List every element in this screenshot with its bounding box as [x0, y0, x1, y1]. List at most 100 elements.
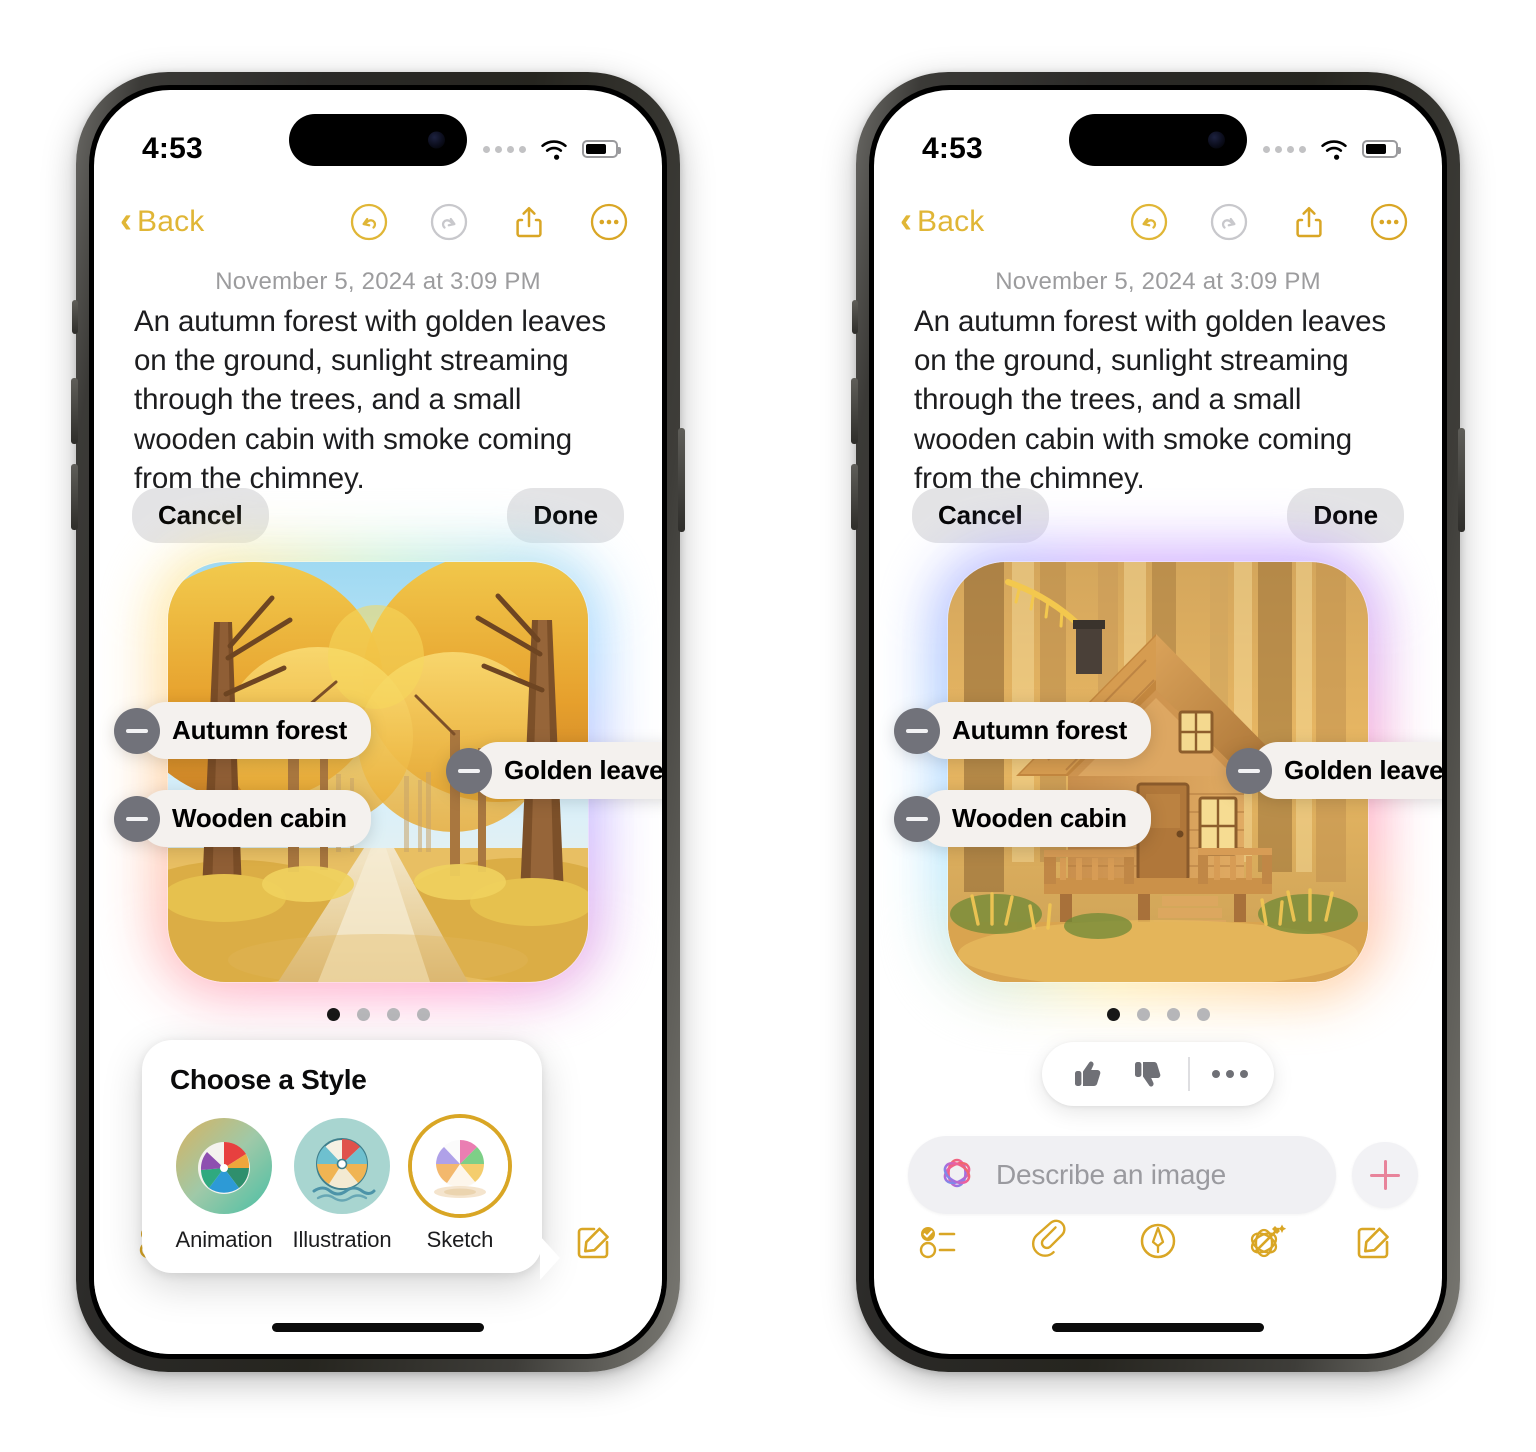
ellipsis-icon[interactable]: [1212, 1070, 1248, 1078]
minus-circle-icon[interactable]: [1226, 747, 1272, 794]
silent-switch[interactable]: [72, 300, 78, 334]
minus-circle-icon[interactable]: [114, 795, 160, 842]
redo-icon[interactable]: [428, 201, 470, 243]
style-options: Animation Illustration Sketch: [164, 1102, 520, 1253]
front-camera-icon: [428, 131, 445, 149]
generated-image-right[interactable]: Autumn forest Wooden cabin Golden leaves: [874, 542, 1442, 1002]
page-dot[interactable]: [1106, 1008, 1120, 1021]
page-dot[interactable]: [1196, 1008, 1210, 1021]
silent-switch[interactable]: [852, 300, 858, 334]
minus-circle-icon[interactable]: [114, 707, 160, 754]
minus-circle-icon[interactable]: [894, 795, 940, 842]
page-dot[interactable]: [1136, 1008, 1150, 1021]
edit-actions-left: Cancel Done: [132, 488, 624, 543]
volume-up-button[interactable]: [851, 378, 858, 444]
style-option-label: Illustration: [292, 1227, 392, 1252]
concept-tag[interactable]: Autumn forest: [114, 702, 372, 759]
wifi-icon: [1321, 140, 1347, 160]
concept-tag[interactable]: Wooden cabin: [894, 790, 1151, 847]
signal-dots-icon: [1263, 145, 1306, 153]
paperclip-icon[interactable]: [1022, 1212, 1080, 1270]
image-playground-icon: [934, 1150, 980, 1201]
style-option-illustration[interactable]: Illustration: [288, 1118, 396, 1253]
page-indicator-left[interactable]: [94, 1008, 662, 1021]
concept-tag[interactable]: Golden leaves: [1226, 742, 1442, 799]
style-option-sketch[interactable]: Sketch: [406, 1118, 514, 1253]
home-indicator[interactable]: [1052, 1323, 1264, 1332]
note-timestamp: November 5, 2024 at 3:09 PM: [995, 268, 1321, 295]
edit-actions-right: Cancel Done: [912, 488, 1404, 543]
cancel-button[interactable]: Cancel: [132, 488, 269, 543]
page-dot[interactable]: [1166, 1008, 1180, 1021]
dynamic-island: [1069, 114, 1247, 166]
chevron-left-icon: ‹: [900, 199, 912, 240]
concept-tag[interactable]: Wooden cabin: [114, 790, 371, 847]
ellipsis-circle-icon[interactable]: [588, 201, 630, 243]
volume-up-button[interactable]: [71, 378, 78, 444]
minus-circle-icon[interactable]: [446, 747, 492, 794]
undo-icon[interactable]: [348, 201, 390, 243]
status-time: 4:53: [142, 132, 203, 165]
beachball-illustration-icon: [294, 1118, 390, 1214]
done-button[interactable]: Done: [507, 488, 624, 543]
ellipsis-circle-icon[interactable]: [1368, 201, 1410, 243]
back-button-label: Back: [137, 205, 205, 238]
share-icon[interactable]: [1288, 201, 1330, 243]
front-camera-icon: [1208, 131, 1225, 149]
note-timestamp: November 5, 2024 at 3:09 PM: [215, 268, 541, 295]
note-body-text: An autumn forest with golden leaves on t…: [134, 305, 607, 495]
minus-circle-icon[interactable]: [894, 707, 940, 754]
battery-icon: [582, 140, 621, 158]
concept-tag[interactable]: Golden leaves: [446, 742, 662, 799]
page-dot[interactable]: [326, 1008, 340, 1021]
home-indicator[interactable]: [272, 1323, 484, 1332]
page-dot[interactable]: [386, 1008, 400, 1021]
thumbs-down-icon[interactable]: [1128, 1055, 1166, 1093]
concept-tag[interactable]: Autumn forest: [894, 702, 1152, 759]
status-indicators: [1263, 138, 1401, 160]
done-button[interactable]: Done: [1287, 488, 1404, 543]
back-button[interactable]: ‹ Back: [120, 202, 205, 239]
volume-down-button[interactable]: [71, 464, 78, 530]
status-indicators: [483, 138, 621, 160]
screen-left: 4:53 ‹ Back November 5, 2024 at 3:09 PM …: [94, 90, 662, 1354]
compose-icon[interactable]: [1344, 1212, 1402, 1270]
back-button-label: Back: [917, 205, 985, 238]
undo-icon[interactable]: [1128, 201, 1170, 243]
page-dot[interactable]: [356, 1008, 370, 1021]
thumbs-up-icon[interactable]: [1068, 1055, 1106, 1093]
feedback-pill: [1042, 1042, 1274, 1106]
back-button[interactable]: ‹ Back: [900, 199, 985, 240]
nav-actions: [1128, 201, 1416, 243]
generated-image-left[interactable]: Autumn forest Wooden cabin Golden leaves: [94, 542, 662, 1002]
checklist-icon[interactable]: [914, 1212, 972, 1270]
beachball-animation-icon: [176, 1118, 272, 1214]
device-bezel: 4:53 ‹ Back November 5, 2024 at 3:09 PM …: [89, 85, 667, 1359]
compose-icon[interactable]: [564, 1212, 622, 1270]
nav-bar-right: ‹ Back: [874, 186, 1442, 258]
device-bezel: 4:53 ‹ Back November 5, 2024 at 3:09 PM …: [869, 85, 1447, 1359]
concept-tag-label: Golden leaves: [472, 742, 662, 799]
redo-icon[interactable]: [1208, 201, 1250, 243]
concept-tag-label: Wooden cabin: [920, 790, 1151, 847]
beachball-sketch-icon: [412, 1118, 508, 1214]
nav-actions: [348, 201, 636, 243]
markup-pen-icon[interactable]: [1129, 1212, 1187, 1270]
iphone-left: 4:53 ‹ Back November 5, 2024 at 3:09 PM …: [71, 72, 685, 1372]
signal-dots-icon: [483, 145, 526, 153]
image-playground-wand-icon[interactable]: [1237, 1212, 1295, 1270]
power-button[interactable]: [1458, 428, 1465, 532]
volume-down-button[interactable]: [851, 464, 858, 530]
page-indicator-right[interactable]: [874, 1008, 1442, 1021]
describe-input-placeholder: Describe an image: [996, 1159, 1227, 1190]
style-option-animation[interactable]: Animation: [170, 1118, 278, 1253]
page-dot[interactable]: [416, 1008, 430, 1021]
battery-icon: [1362, 140, 1401, 158]
describe-input[interactable]: Describe an image: [908, 1136, 1336, 1214]
cancel-button[interactable]: Cancel: [912, 488, 1049, 543]
screen-right: 4:53 ‹ Back November 5, 2024 at 3:09 PM …: [874, 90, 1442, 1354]
screenshot-stage: 4:53 ‹ Back November 5, 2024 at 3:09 PM …: [0, 0, 1536, 1452]
share-icon[interactable]: [508, 201, 550, 243]
add-image-button[interactable]: [1352, 1142, 1418, 1208]
power-button[interactable]: [678, 428, 685, 532]
